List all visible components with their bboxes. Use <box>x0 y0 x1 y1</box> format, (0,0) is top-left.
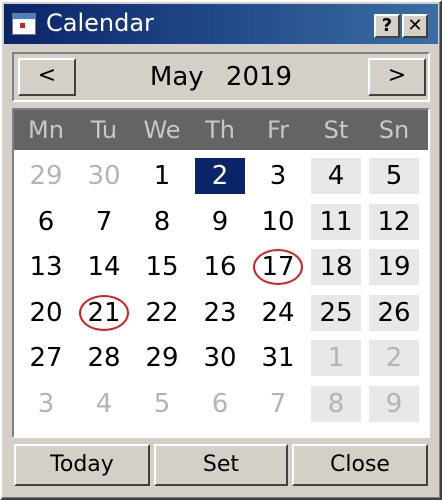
day-cell[interactable]: 8 <box>137 204 187 240</box>
day-cell[interactable]: 30 <box>195 340 245 376</box>
day-cell[interactable]: 9 <box>195 204 245 240</box>
day-cell[interactable]: 16 <box>195 249 245 285</box>
calendar-grid: Mn Tu We Th Fr St Sn 29 30 1 2 3 4 5 6 7 8 9 10 11 12… <box>12 108 430 438</box>
weekday-label: Tu <box>90 116 118 144</box>
weekday-label: We <box>143 116 181 144</box>
day-cell[interactable]: 20 <box>21 295 71 331</box>
window-title: Calendar <box>46 9 154 37</box>
day-cell[interactable]: 11 <box>311 203 361 240</box>
day-cell[interactable]: 24 <box>253 295 303 331</box>
day-cell[interactable]: 7 <box>79 204 129 240</box>
weekday-label: Sn <box>378 116 410 144</box>
day-cell[interactable]: 15 <box>137 249 187 285</box>
day-cell[interactable]: 29 <box>137 340 187 376</box>
day-cell[interactable]: 1 <box>311 340 361 376</box>
day-cell[interactable]: 7 <box>253 386 303 422</box>
day-cell[interactable]: 4 <box>311 158 361 194</box>
calendar-icon <box>12 13 36 35</box>
day-cell[interactable]: 5 <box>369 158 419 194</box>
day-cell[interactable]: 10 <box>253 204 303 240</box>
day-cell[interactable]: 18 <box>311 249 361 285</box>
day-cell[interactable]: 19 <box>369 249 419 285</box>
day-cell[interactable]: 8 <box>311 385 361 422</box>
weekday-label: Fr <box>267 116 289 144</box>
day-cell[interactable]: 29 <box>21 158 71 194</box>
weekday-label: Mn <box>28 116 64 144</box>
today-button[interactable]: Today <box>14 444 150 486</box>
day-cell[interactable]: 27 <box>21 340 71 376</box>
day-cell[interactable]: 25 <box>311 294 361 331</box>
weekday-label: St <box>323 116 349 144</box>
day-cell[interactable]: 4 <box>79 386 129 422</box>
weekday-label: Th <box>205 116 235 144</box>
day-cell[interactable]: 3 <box>253 158 303 194</box>
day-cell[interactable]: 14 <box>79 249 129 285</box>
day-cell-selected[interactable]: 2 <box>195 158 245 194</box>
day-cell[interactable]: 5 <box>137 386 187 422</box>
title-bar[interactable]: Calendar ? ✕ <box>4 4 438 44</box>
set-button[interactable]: Set <box>154 444 288 486</box>
day-cell[interactable]: 3 <box>21 386 71 422</box>
day-cell[interactable]: 22 <box>137 295 187 331</box>
day-cell[interactable]: 28 <box>79 340 129 376</box>
day-cell[interactable]: 12 <box>369 203 419 240</box>
day-cell[interactable]: 6 <box>195 386 245 422</box>
close-window-button[interactable]: ✕ <box>402 14 428 38</box>
day-cell[interactable]: 13 <box>21 249 71 285</box>
weekday-header: Mn Tu We Th Fr St Sn <box>14 110 428 150</box>
month-year-label: May 2019 <box>149 62 293 92</box>
day-cell[interactable]: 26 <box>369 294 419 331</box>
day-cell[interactable]: 9 <box>369 385 419 422</box>
month-navigator: < May 2019 > <box>12 52 430 102</box>
day-cell[interactable]: 1 <box>137 158 187 194</box>
close-button[interactable]: Close <box>292 444 428 486</box>
day-cell[interactable]: 21 <box>79 295 129 331</box>
day-cell[interactable]: 17 <box>253 249 303 285</box>
help-button[interactable]: ? <box>374 14 400 38</box>
day-cell[interactable]: 30 <box>79 158 129 194</box>
day-cell[interactable]: 23 <box>195 295 245 331</box>
next-month-button[interactable]: > <box>368 58 426 96</box>
day-cell[interactable]: 2 <box>369 340 419 376</box>
day-cell[interactable]: 6 <box>21 204 71 240</box>
day-cell[interactable]: 31 <box>253 340 303 376</box>
previous-month-button[interactable]: < <box>18 58 76 96</box>
